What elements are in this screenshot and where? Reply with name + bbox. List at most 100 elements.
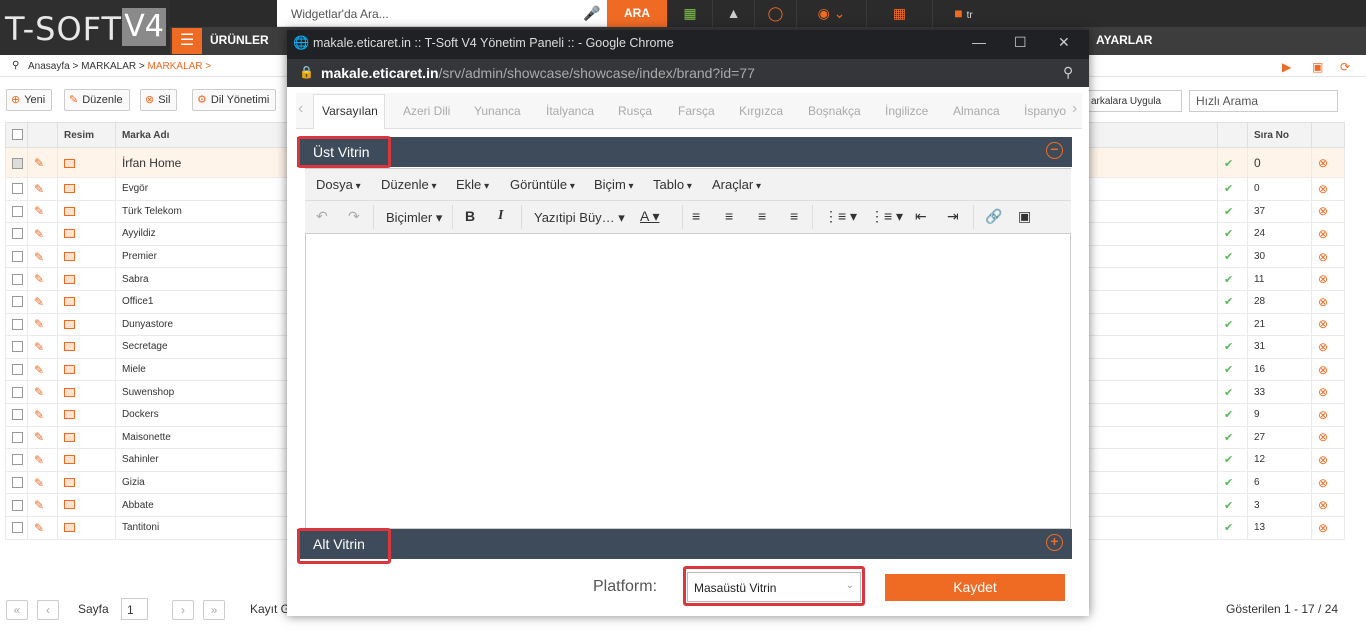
tabs-right-arrow[interactable]: › [1072, 100, 1077, 118]
brand-image-icon[interactable] [56, 289, 116, 314]
edit-icon[interactable]: ✎ [26, 312, 58, 337]
brand-image-icon[interactable] [56, 380, 116, 404]
row-delete-icon[interactable]: ⊗ [1310, 177, 1346, 201]
sil-button[interactable]: ⊗ Sil [140, 89, 178, 111]
row-checkbox[interactable] [5, 244, 28, 269]
brand-image-icon[interactable] [56, 448, 116, 472]
edit-icon[interactable]: ✎ [26, 335, 58, 359]
active-check-icon[interactable]: ✔ [1217, 515, 1248, 540]
brand-image-icon[interactable] [56, 199, 116, 224]
active-check-icon[interactable]: ✔ [1217, 335, 1248, 359]
brand-image-icon[interactable] [56, 425, 116, 450]
grid-icon[interactable]: ▦ [866, 0, 932, 27]
indent-icon[interactable]: ⇥ [947, 208, 959, 225]
active-check-icon[interactable]: ✔ [1217, 380, 1248, 404]
chat-icon[interactable]: ▦ [667, 0, 712, 27]
mic-icon[interactable]: 🎤 [583, 5, 600, 22]
tabs-left-arrow[interactable]: ‹ [298, 100, 303, 118]
active-check-icon[interactable]: ✔ [1217, 199, 1248, 224]
brand-image-icon[interactable] [56, 222, 116, 246]
row-delete-icon[interactable]: ⊗ [1310, 357, 1346, 382]
nav-ayarlar[interactable]: AYARLAR [1096, 33, 1152, 47]
undo-icon[interactable]: ↶ [316, 208, 328, 225]
address-bar[interactable]: 🔒 makale.eticaret.in/srv/admin/showcase/… [287, 59, 1089, 87]
edit-icon[interactable]: ✎ [26, 147, 58, 178]
edit-icon[interactable]: ✎ [26, 402, 58, 427]
row-checkbox[interactable] [5, 357, 28, 382]
edit-icon[interactable]: ✎ [26, 448, 58, 472]
tab-lang[interactable]: Almanca [953, 104, 1000, 118]
brand-image-icon[interactable] [56, 335, 116, 359]
row-delete-icon[interactable]: ⊗ [1310, 199, 1346, 224]
dil-yonetimi-button[interactable]: ⚙ Dil Yönetimi [192, 89, 277, 111]
active-check-icon[interactable]: ✔ [1217, 147, 1248, 178]
expand-icon[interactable]: + [1046, 534, 1063, 551]
row-checkbox[interactable] [5, 380, 28, 404]
bold-icon[interactable]: B [465, 208, 475, 224]
row-checkbox[interactable] [5, 470, 28, 495]
brand-image-icon[interactable] [56, 267, 116, 291]
tab-lang[interactable]: Kırgızca [739, 104, 783, 118]
tab-lang[interactable]: Azeri Dili [403, 104, 450, 118]
quick-search-input[interactable]: Hızlı Arama [1189, 90, 1338, 112]
bullet-list-icon[interactable]: ⋮≡ ▾ [824, 208, 857, 225]
logo[interactable]: T-SOFT V4 [0, 0, 170, 55]
yeni-button[interactable]: ⊕ Yeni [6, 89, 53, 111]
breadcrumb-path[interactable]: Anasayfa > MARKALAR > [28, 61, 148, 72]
brand-image-icon[interactable] [56, 515, 116, 540]
edit-icon[interactable]: ✎ [26, 425, 58, 450]
row-checkbox[interactable] [5, 267, 28, 291]
row-delete-icon[interactable]: ⊗ [1310, 244, 1346, 269]
active-check-icon[interactable]: ✔ [1217, 425, 1248, 450]
italic-icon[interactable]: I [498, 208, 503, 224]
row-checkbox[interactable] [5, 312, 28, 337]
edit-icon[interactable]: ✎ [26, 357, 58, 382]
page-input[interactable]: 1 [121, 598, 148, 620]
brand-image-icon[interactable] [56, 470, 116, 495]
widget-search-input[interactable]: Widgetlar'da Ara... [291, 7, 389, 21]
row-delete-icon[interactable]: ⊗ [1310, 289, 1346, 314]
header-select-all[interactable] [5, 122, 28, 148]
edit-icon[interactable]: ✎ [26, 244, 58, 269]
align-center-icon[interactable]: ≡ [725, 208, 733, 224]
row-checkbox[interactable] [5, 425, 28, 450]
edit-icon[interactable]: ✎ [26, 493, 58, 517]
editor-menu-item[interactable]: Görüntüle [510, 177, 575, 192]
edit-icon[interactable]: ✎ [26, 470, 58, 495]
search-button[interactable]: ARA [607, 0, 667, 27]
tab-lang[interactable]: İtalyanca [546, 104, 594, 118]
zoom-icon[interactable]: ⚲ [1063, 64, 1073, 81]
active-check-icon[interactable]: ✔ [1217, 357, 1248, 382]
active-check-icon[interactable]: ✔ [1217, 493, 1248, 517]
next-page-button[interactable]: › [172, 600, 194, 620]
edit-icon[interactable]: ✎ [26, 515, 58, 540]
numbered-list-icon[interactable]: ⋮≡ ▾ [870, 208, 903, 225]
editor-menu-item[interactable]: Araçlar [712, 177, 761, 192]
row-checkbox[interactable] [5, 199, 28, 224]
row-checkbox[interactable] [5, 177, 28, 201]
tab-lang[interactable]: Farsça [678, 104, 715, 118]
row-delete-icon[interactable]: ⊗ [1310, 425, 1346, 450]
edit-icon[interactable]: ✎ [26, 267, 58, 291]
tab-lang[interactable]: İngilizce [885, 104, 928, 118]
editor-menu-item[interactable]: Ekle [456, 177, 489, 192]
active-check-icon[interactable]: ✔ [1217, 244, 1248, 269]
header-sira[interactable]: Sıra No [1247, 122, 1312, 148]
brand-image-icon[interactable] [56, 312, 116, 337]
row-checkbox[interactable] [5, 448, 28, 472]
active-check-icon[interactable]: ✔ [1217, 289, 1248, 314]
row-checkbox[interactable] [5, 222, 28, 246]
breadcrumb-current[interactable]: MARKALAR > [148, 61, 212, 72]
active-check-icon[interactable]: ✔ [1217, 177, 1248, 201]
markalara-uygula-select[interactable]: arkalara Uygula [1088, 90, 1182, 112]
alt-vitrin-header[interactable]: Alt Vitrin + [297, 529, 1072, 559]
align-left-icon[interactable]: ≡ [692, 208, 700, 224]
first-page-button[interactable]: « [6, 600, 28, 620]
kaydet-button[interactable]: Kaydet [885, 574, 1065, 601]
tab-lang[interactable]: Rusça [618, 104, 652, 118]
edit-icon[interactable]: ✎ [26, 289, 58, 314]
row-delete-icon[interactable]: ⊗ [1310, 335, 1346, 359]
row-checkbox[interactable] [5, 493, 28, 517]
prev-page-button[interactable]: ‹ [37, 600, 59, 620]
brand-image-icon[interactable] [56, 147, 116, 178]
